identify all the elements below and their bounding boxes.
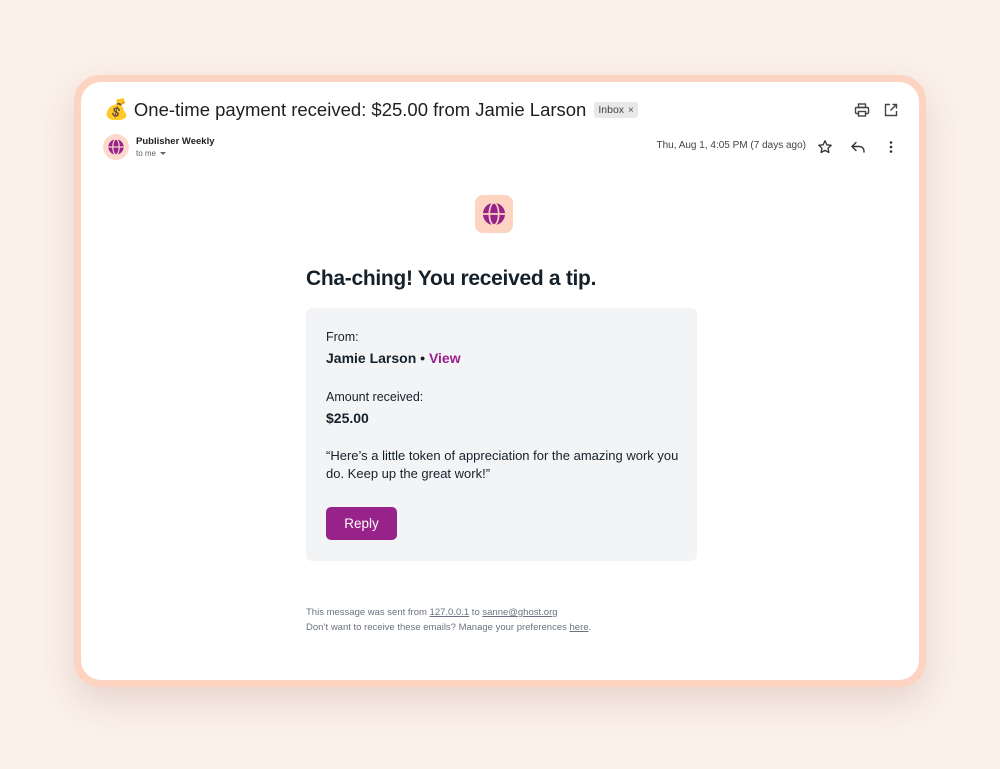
- subject-row: 💰 One-time payment received: $25.00 from…: [104, 97, 638, 123]
- inbox-label-chip[interactable]: Inbox ×: [594, 102, 638, 118]
- money-bag-icon: 💰: [104, 99, 129, 121]
- view-member-link[interactable]: View: [429, 350, 461, 366]
- inbox-label-text: Inbox: [598, 104, 625, 116]
- reply-button[interactable]: Reply: [326, 507, 397, 540]
- globe-icon: [108, 138, 124, 156]
- preferences-link[interactable]: here: [570, 622, 589, 633]
- tipper-name: Jamie Larson: [326, 350, 417, 366]
- remove-label-icon[interactable]: ×: [628, 105, 634, 116]
- more-vertical-icon[interactable]: [883, 139, 899, 155]
- open-in-new-window-icon[interactable]: [883, 102, 899, 118]
- amount-label: Amount received:: [326, 390, 424, 404]
- from-label: From:: [326, 330, 359, 344]
- recipient-text: to me: [136, 149, 157, 158]
- sender-avatar: [103, 134, 129, 160]
- footer-to-text: to: [469, 607, 483, 618]
- globe-icon: [482, 202, 506, 226]
- sender-row: Publisher Weekly to me Thu, Aug 1, 4:05 …: [103, 134, 899, 162]
- email-subject: One-time payment received: $25.00 from J…: [133, 99, 587, 120]
- email-window: 💰 One-time payment received: $25.00 from…: [81, 82, 919, 680]
- recipient-details-toggle[interactable]: to me: [136, 149, 167, 158]
- email-date: Thu, Aug 1, 4:05 PM (7 days ago): [656, 140, 806, 151]
- recipient-email-link[interactable]: sanne@ghost.org: [482, 607, 557, 618]
- footer-period: .: [588, 621, 592, 633]
- site-link[interactable]: 127.0.0.1: [430, 607, 470, 618]
- separator-dot: •: [416, 350, 429, 366]
- star-icon[interactable]: [817, 139, 833, 155]
- from-value: Jamie Larson • View: [326, 350, 461, 366]
- footer-sent-text: This message was sent from: [306, 607, 430, 618]
- footer-prefs-text: Don’t want to receive these emails? Mana…: [306, 621, 570, 633]
- tip-message: “Here’s a little token of appreciation f…: [326, 448, 679, 481]
- message-actions: [817, 139, 899, 155]
- top-actions: [854, 102, 899, 118]
- amount-value: $25.00: [326, 410, 369, 426]
- footer-line-1: This message was sent from 127.0.0.1 to …: [306, 606, 591, 621]
- tip-details-card: From: Jamie Larson • View Amount receive…: [306, 308, 697, 561]
- footer-line-2: Don’t want to receive these emails? Mana…: [306, 621, 591, 636]
- reply-arrow-icon[interactable]: [850, 139, 866, 155]
- publication-logo: [475, 195, 513, 233]
- sender-name[interactable]: Publisher Weekly: [136, 136, 215, 147]
- printer-icon[interactable]: [854, 102, 870, 118]
- email-footer: This message was sent from 127.0.0.1 to …: [306, 606, 591, 635]
- email-heading: Cha-ching! You received a tip.: [306, 267, 597, 290]
- chevron-down-icon: [160, 152, 167, 155]
